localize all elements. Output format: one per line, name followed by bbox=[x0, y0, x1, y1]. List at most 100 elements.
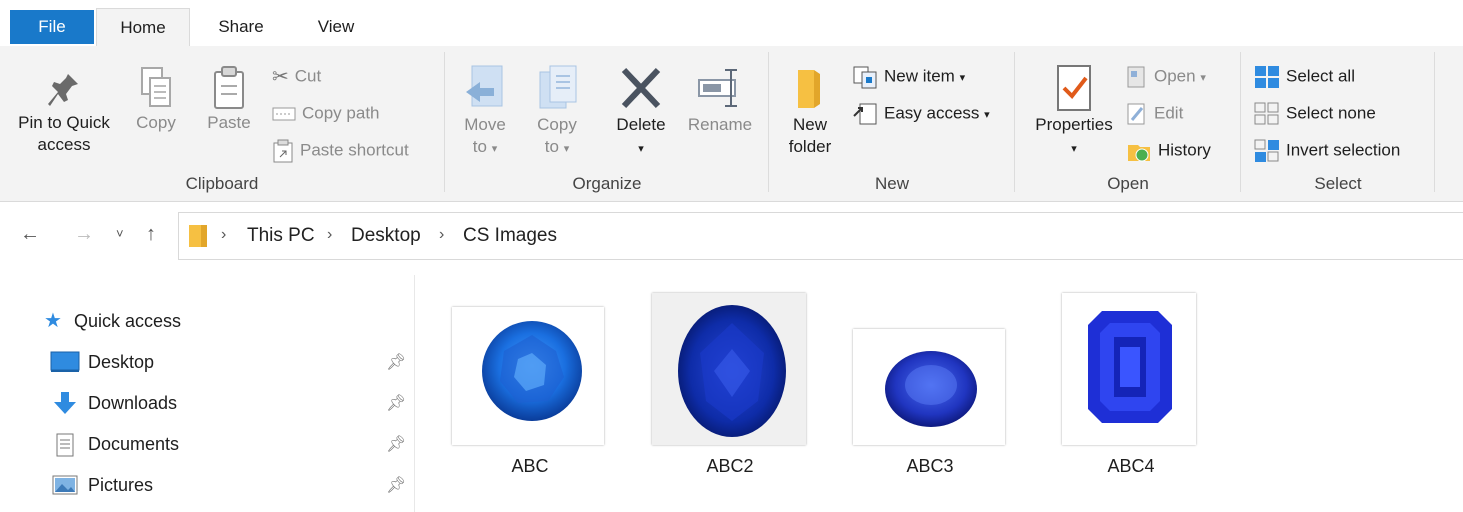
breadcrumb-desktop[interactable]: Desktop bbox=[351, 225, 421, 247]
copy-to-icon bbox=[539, 65, 577, 109]
easy-access-icon bbox=[853, 103, 877, 125]
copy-to-button[interactable]: Copy to ▾ bbox=[528, 62, 586, 160]
pin-icon[interactable]: 📌︎ bbox=[386, 345, 406, 381]
small-oval-gem-image bbox=[885, 351, 977, 427]
select-all-button[interactable]: Select all bbox=[1254, 60, 1355, 92]
address-row: ← → ˅ ↑ › This PC › Desktop › CS Images bbox=[0, 212, 1463, 262]
group-divider bbox=[1014, 52, 1015, 192]
pin-quick-access-button[interactable]: Pin to Quick access bbox=[6, 68, 122, 156]
open-label: Open bbox=[1154, 66, 1196, 86]
tab-share[interactable]: Share bbox=[196, 8, 286, 46]
nav-documents[interactable]: Documents 📌︎ bbox=[42, 426, 412, 462]
pin-icon bbox=[48, 74, 78, 106]
pictures-icon bbox=[52, 475, 78, 495]
new-item-label: New item bbox=[884, 66, 955, 86]
file-thumbnail-abc4[interactable] bbox=[1062, 293, 1196, 445]
back-arrow-icon[interactable]: ← bbox=[20, 223, 40, 246]
file-name-abc4[interactable]: ABC4 bbox=[1041, 456, 1221, 477]
select-none-button[interactable]: Select none bbox=[1254, 97, 1376, 129]
paste-shortcut-label: Paste shortcut bbox=[300, 140, 409, 160]
nav-pictures-label: Pictures bbox=[88, 475, 154, 495]
invert-selection-button[interactable]: Invert selection bbox=[1254, 134, 1400, 166]
nav-desktop[interactable]: Desktop 📌︎ bbox=[42, 344, 412, 380]
open-group-label: Open bbox=[1107, 174, 1149, 193]
copy-path-label: Copy path bbox=[302, 103, 380, 123]
copy-to-label-1: Copy bbox=[537, 115, 577, 134]
move-to-label-2: to bbox=[472, 137, 487, 156]
pin-label-1: Pin to Quick bbox=[18, 113, 110, 132]
download-arrow-icon bbox=[54, 392, 76, 414]
file-name-abc3[interactable]: ABC3 bbox=[840, 456, 1020, 477]
tab-view[interactable]: View bbox=[290, 8, 382, 46]
properties-button[interactable]: Properties ▾ bbox=[1022, 62, 1126, 160]
group-divider bbox=[1434, 52, 1435, 192]
tab-file[interactable]: File bbox=[10, 10, 94, 44]
emerald-cut-gem-image bbox=[1088, 311, 1172, 423]
copy-button[interactable]: Copy bbox=[128, 64, 184, 134]
nav-quick-access[interactable]: ★ Quick access bbox=[36, 303, 406, 339]
pin-icon[interactable]: 📌︎ bbox=[386, 468, 406, 504]
file-thumbnail-abc3[interactable] bbox=[853, 329, 1005, 445]
star-icon: ★ bbox=[44, 310, 62, 332]
tab-home[interactable]: Home bbox=[96, 8, 190, 47]
ribbon-tabs: File Home Share View bbox=[0, 0, 1463, 47]
select-all-icon bbox=[1255, 65, 1279, 88]
rename-label: Rename bbox=[687, 115, 753, 134]
properties-dropdown-icon[interactable]: ▾ bbox=[1071, 143, 1077, 155]
breadcrumb-this-pc[interactable]: This PC bbox=[247, 225, 315, 247]
copy-path-button[interactable]: Copy path bbox=[272, 97, 380, 129]
nav-downloads[interactable]: Downloads 📌︎ bbox=[42, 385, 412, 421]
pin-icon[interactable]: 📌︎ bbox=[386, 386, 406, 422]
group-divider bbox=[444, 52, 445, 192]
file-name-abc2[interactable]: ABC2 bbox=[640, 456, 820, 477]
paste-label: Paste bbox=[207, 113, 251, 132]
open-icon bbox=[1127, 66, 1145, 88]
paste-button[interactable]: Paste bbox=[198, 64, 260, 134]
breadcrumb-chevron-icon[interactable]: › bbox=[327, 226, 332, 244]
document-icon bbox=[56, 433, 74, 457]
address-bar[interactable]: › This PC › Desktop › CS Images bbox=[178, 212, 1463, 260]
new-item-button[interactable]: New item ▾ bbox=[852, 60, 965, 92]
new-folder-button[interactable]: New folder bbox=[778, 64, 842, 158]
delete-x-icon bbox=[621, 67, 661, 109]
file-thumbnail-abc[interactable] bbox=[452, 307, 604, 445]
history-label: History bbox=[1158, 140, 1211, 160]
breadcrumb-cs-images[interactable]: CS Images bbox=[463, 225, 557, 247]
nav-quick-access-label: Quick access bbox=[74, 311, 182, 331]
nav-documents-label: Documents bbox=[88, 434, 180, 454]
easy-access-label: Easy access bbox=[884, 103, 980, 123]
up-arrow-icon[interactable]: ↑ bbox=[146, 223, 156, 246]
organize-group-label: Organize bbox=[572, 174, 642, 193]
edit-button[interactable]: Edit bbox=[1126, 97, 1183, 129]
easy-access-button[interactable]: Easy access ▾ bbox=[852, 97, 990, 129]
file-thumbnail-abc2[interactable] bbox=[652, 293, 806, 445]
open-button[interactable]: Open ▾ bbox=[1126, 60, 1206, 92]
breadcrumb-chevron-icon[interactable]: › bbox=[439, 226, 444, 244]
desktop-icon bbox=[50, 351, 80, 372]
history-button[interactable]: History bbox=[1126, 134, 1211, 166]
nav-pictures[interactable]: Pictures 📌︎ bbox=[42, 467, 412, 503]
properties-label: Properties bbox=[1035, 115, 1113, 134]
forward-arrow-icon[interactable]: → bbox=[74, 223, 94, 246]
delete-button[interactable]: Delete ▾ bbox=[608, 62, 674, 160]
breadcrumb-chevron-icon[interactable]: › bbox=[221, 226, 226, 244]
new-item-icon bbox=[853, 66, 877, 89]
delete-dropdown-icon[interactable]: ▾ bbox=[638, 143, 644, 155]
new-group-label: New bbox=[874, 174, 909, 193]
cut-button[interactable]: ✂ Cut bbox=[272, 60, 321, 92]
rename-icon bbox=[698, 69, 737, 107]
pin-label-2: access bbox=[37, 135, 91, 154]
recent-locations-chevron-icon[interactable]: ˅ bbox=[116, 226, 124, 241]
history-icon bbox=[1128, 144, 1150, 162]
pin-icon[interactable]: 📌︎ bbox=[386, 427, 406, 463]
move-to-button[interactable]: Move to ▾ bbox=[456, 62, 514, 160]
properties-icon bbox=[1057, 65, 1091, 111]
organize-group: Move to ▾ Copy to ▾ Delete ▾ Rename Orga… bbox=[446, 50, 768, 198]
paste-shortcut-button[interactable]: Paste shortcut bbox=[272, 134, 409, 166]
clipboard-icon bbox=[214, 66, 244, 109]
new-folder-label-1: New bbox=[792, 115, 827, 134]
edit-icon bbox=[1127, 103, 1145, 125]
rename-button[interactable]: Rename bbox=[682, 62, 758, 136]
file-name-abc[interactable]: ABC bbox=[440, 456, 620, 477]
group-divider bbox=[768, 52, 769, 192]
